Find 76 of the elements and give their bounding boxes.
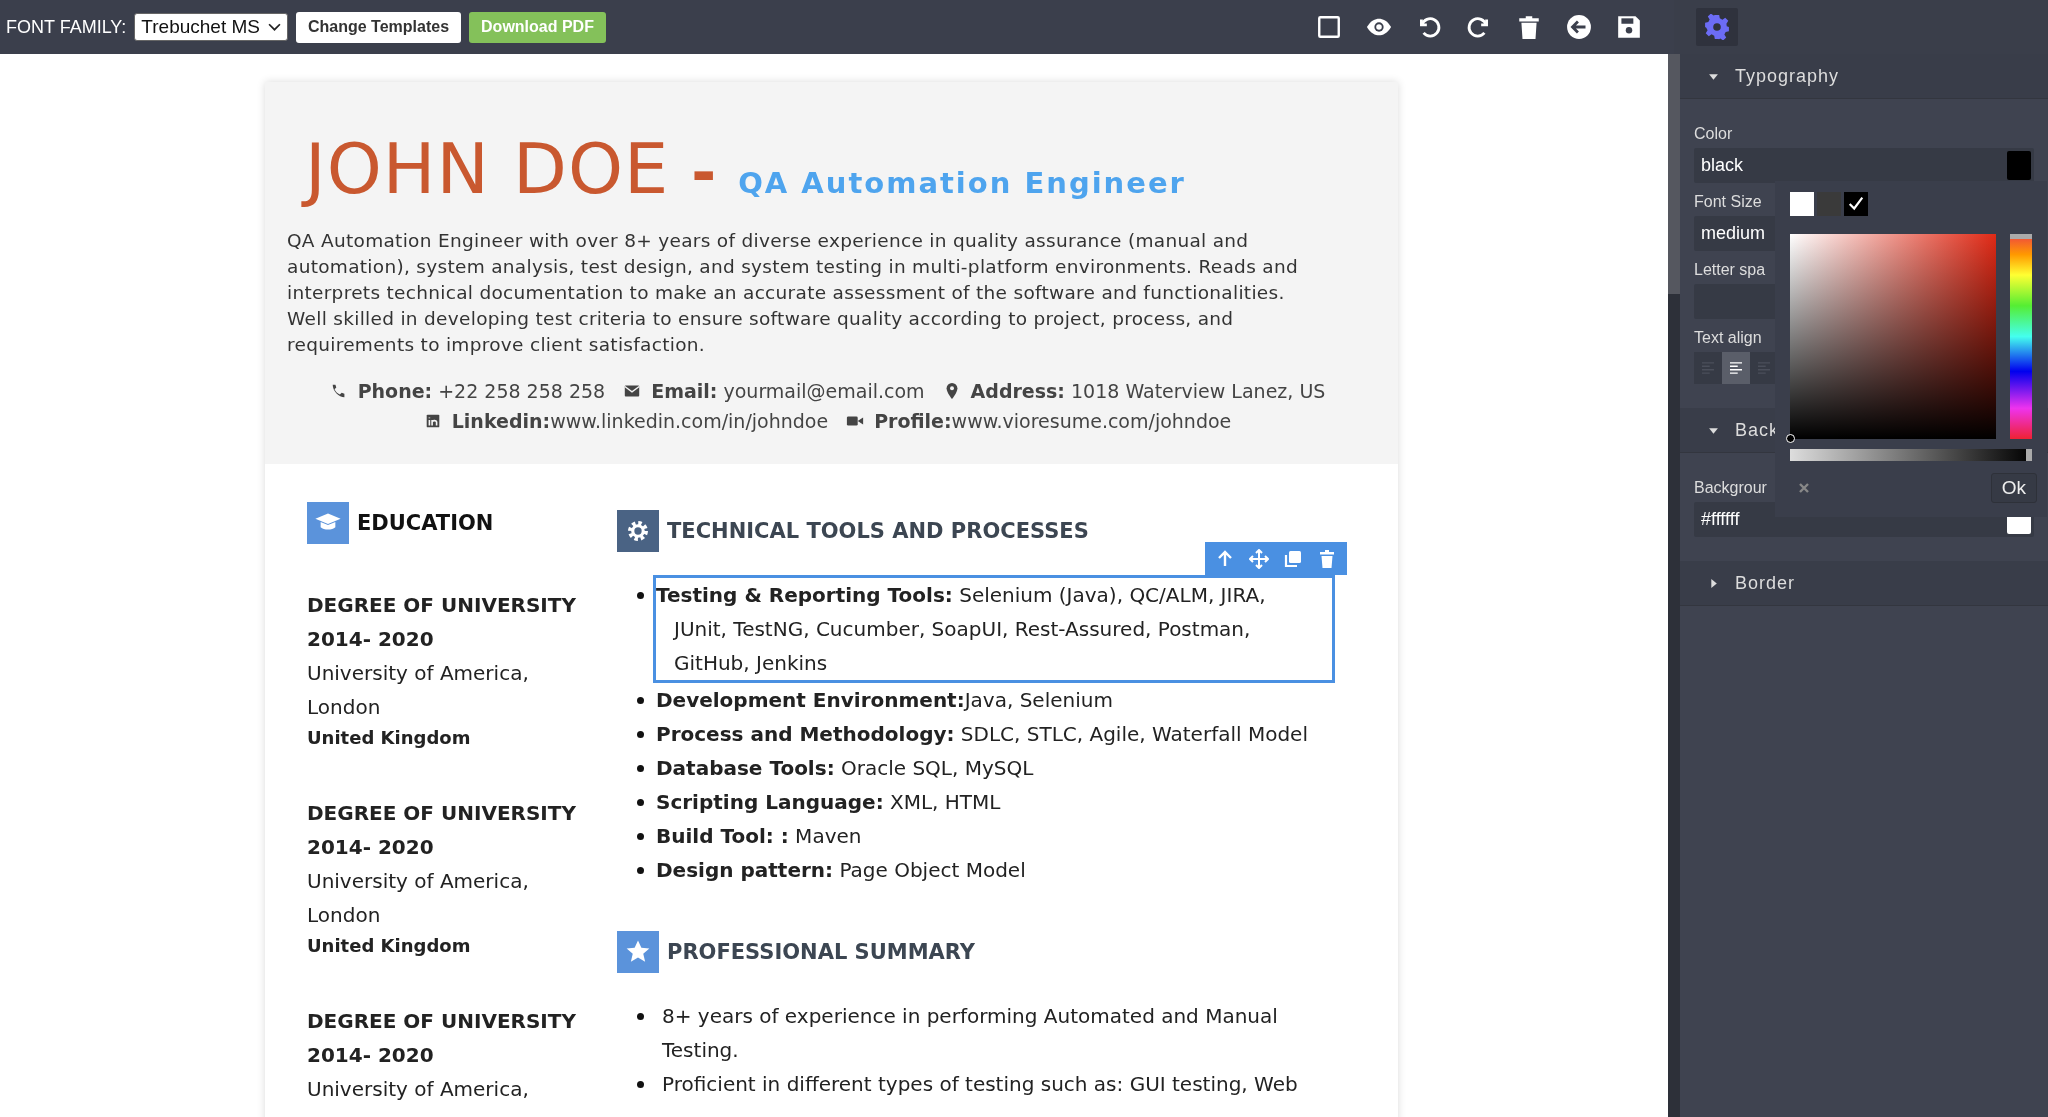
name-dash: - [691, 137, 717, 207]
color-swatch[interactable] [1790, 192, 1814, 216]
font-family-select[interactable]: Trebuchet MS [134, 13, 288, 41]
gear-icon [617, 510, 659, 552]
field-label: Font Size [1694, 193, 1762, 211]
field-label: Color [1694, 125, 1733, 143]
bullet [637, 697, 644, 704]
color-field[interactable]: black [1694, 148, 2034, 183]
field-label: Text align [1694, 329, 1762, 347]
degree-years: 2014- 2020 [307, 834, 435, 861]
job-title: QA Automation Engineer [738, 166, 1186, 200]
bullet [637, 765, 644, 772]
field-label: Letter spa [1694, 261, 1766, 279]
degree-years: 2014- 2020 [307, 1042, 435, 1069]
summary-paragraph: QA Automation Engineer with over 8+ years of diverse experience in quality assurance (manual and automation), system analysis, test design, and system testing in multi-platform environments. Reads and interprets technical documentation to make an accurate assessment of the software and functionalities. Well skilled in developing test criteria to ensure software quality according to project, process, and requirements to improve client satisfaction. [287, 229, 1299, 357]
school-country: United Kingdom [307, 726, 472, 750]
summary-list-item: 8+ years of experience in performing Automated and Manual Testing. [662, 1003, 1279, 1064]
hue-slider-thumb[interactable] [2010, 234, 2032, 239]
school-name: University of America, London [307, 868, 530, 929]
contact-text: Linkedin:www.linkedin.com/in/johndoe [451, 409, 829, 434]
section-title: Border [1735, 572, 1796, 594]
font-family-label: FONT FAMILY: [6, 16, 127, 38]
school-name: University of America, London [307, 660, 530, 721]
alpha-slider-thumb[interactable] [2026, 449, 2032, 461]
tool-list-item[interactable]: Testing & Reporting Tools: Selenium (Java), QC/ALM, JIRA, JUnit, TestNG, Cucumber, SoapUI, Rest-Assured, Postman, GitHub, Jenkins [653, 575, 1335, 683]
bullet [637, 799, 644, 806]
tool-list-item[interactable]: Design pattern: Page Object Model [656, 853, 1026, 887]
trash-icon[interactable] [1516, 14, 1542, 40]
contact-text: Profile:www.vioresume.com/johndoe [874, 409, 1232, 434]
contact-text: Phone: +22 258 258 258 [357, 379, 606, 404]
section-title: Typography [1735, 65, 1840, 87]
bullet [637, 731, 644, 738]
school-country: United Kingdom [307, 934, 472, 958]
degree-title: DEGREE OF UNIVERSITY [307, 592, 577, 619]
square-icon[interactable] [1316, 14, 1342, 40]
degree-years: 2014- 2020 [307, 626, 435, 653]
save-icon[interactable] [1616, 14, 1642, 40]
contact-text: Email: yourmail@email.com [651, 379, 925, 404]
section-heading: EDUCATION [357, 511, 494, 535]
bullet [637, 867, 644, 874]
change-templates-button[interactable]: Change Templates [296, 11, 462, 43]
tool-list-item[interactable]: Build Tool: : Maven [656, 819, 862, 853]
section-heading: PROFESSIONAL SUMMARY [667, 940, 976, 964]
tool-list-item[interactable]: Database Tools: Oracle SQL, MySQL [656, 751, 1034, 785]
checkmark-icon [1847, 195, 1865, 213]
bullet [637, 592, 644, 599]
align-button[interactable] [1722, 352, 1750, 384]
settings-tab[interactable] [1696, 8, 1738, 46]
section-title: Back [1735, 419, 1780, 441]
contact-text: Address: 1018 Waterview Lanez, US [970, 379, 1326, 404]
tool-list-item[interactable]: Development Environment:Java, Selenium [656, 683, 1113, 717]
alpha-slider[interactable] [1790, 449, 2032, 461]
section-header[interactable]: Typography [1680, 54, 2048, 99]
align-left-icon [1729, 362, 1743, 374]
bullet [637, 1081, 644, 1088]
school-name: University of America, [307, 1076, 530, 1103]
section-header[interactable]: Border [1680, 561, 2048, 606]
summary-list-item: Proficient in different types of testing such as: GUI testing, Web [662, 1071, 1299, 1098]
ok-button[interactable]: Ok [1990, 473, 2037, 503]
graduation-cap-icon [307, 502, 349, 544]
field-label: Backgrour [1694, 479, 1767, 497]
hue-slider[interactable] [2010, 234, 2032, 439]
color-swatch[interactable] [2007, 151, 2031, 180]
chevron-down-icon[interactable] [268, 22, 281, 32]
scrollbar[interactable] [1668, 54, 1680, 1117]
bullet [637, 833, 644, 840]
close-icon[interactable] [1798, 482, 1810, 494]
degree-title: DEGREE OF UNIVERSITY [307, 1008, 577, 1035]
move-icon[interactable] [1249, 548, 1269, 569]
degree-title: DEGREE OF UNIVERSITY [307, 800, 577, 827]
tool-list-item[interactable]: Process and Methodology: SDLC, STLC, Agile, Waterfall Model [656, 717, 1308, 751]
tool-list-item[interactable]: Scripting Language: XML, HTML [656, 785, 1001, 819]
section-heading: TECHNICAL TOOLS AND PROCESSES [667, 519, 1089, 543]
bullet [637, 1013, 644, 1020]
copy-icon[interactable] [1283, 548, 1303, 569]
color-swatch[interactable] [1844, 192, 1868, 216]
